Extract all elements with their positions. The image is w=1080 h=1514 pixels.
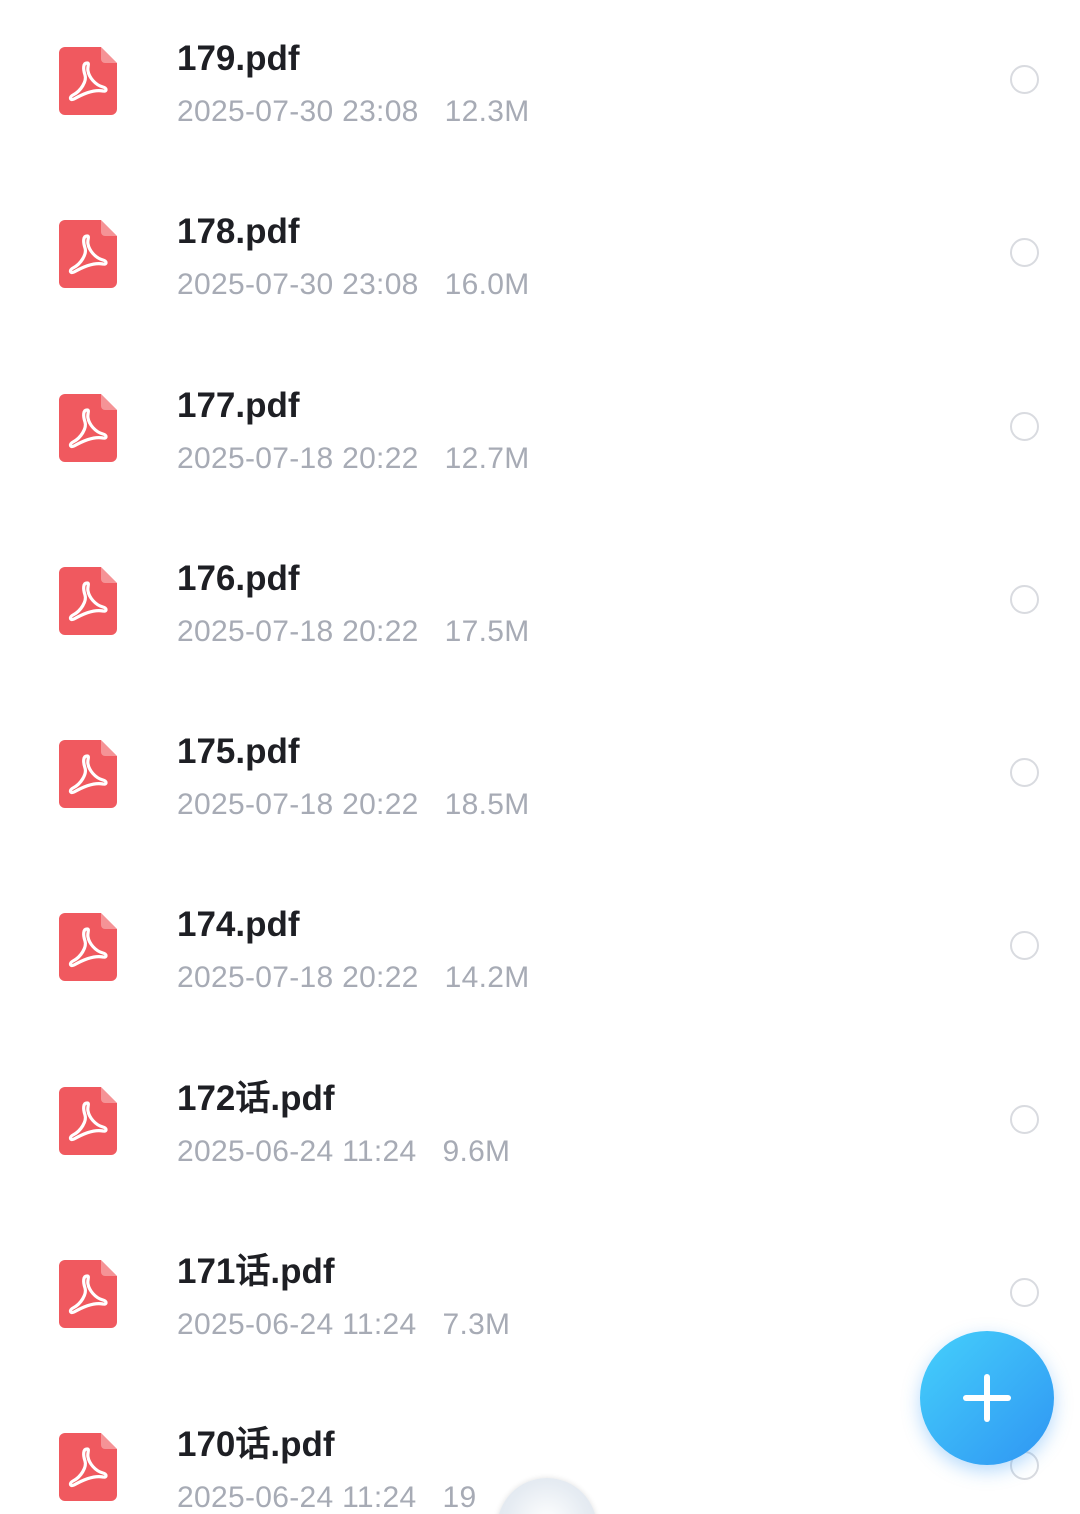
pdf-file-icon <box>59 47 117 115</box>
pdf-file-icon <box>59 393 117 462</box>
file-date: 2025-07-18 20:22 <box>177 441 419 475</box>
file-meta: 2025-06-24 11:24 19 <box>177 1479 476 1514</box>
select-radio-button[interactable] <box>1010 931 1039 961</box>
pdf-file-icon <box>59 1260 117 1329</box>
file-meta: 2025-07-30 23:08 16.0M <box>177 266 530 304</box>
select-radio-button[interactable] <box>1010 238 1039 268</box>
file-meta: 2025-07-30 23:08 12.3M <box>177 93 530 131</box>
file-date: 2025-07-18 20:22 <box>177 961 419 995</box>
file-date: 2025-06-24 11:24 <box>177 1134 417 1168</box>
file-list-item[interactable]: 172话.pdf 2025-06-24 11:24 9.6M <box>0 1040 1080 1213</box>
pdf-file-icon <box>59 913 117 982</box>
file-size: 7.3M <box>442 1308 511 1342</box>
file-date: 2025-07-18 20:22 <box>177 788 419 822</box>
file-name: 178.pdf <box>177 212 300 252</box>
file-size: 17.5M <box>444 614 530 648</box>
file-name: 176.pdf <box>177 558 300 598</box>
add-file-button[interactable] <box>920 1331 1054 1465</box>
file-meta: 2025-06-24 11:24 7.3M <box>177 1306 510 1344</box>
file-name: 177.pdf <box>177 385 300 425</box>
file-list-item[interactable]: 179.pdf 2025-07-30 23:08 12.3M <box>0 0 1080 173</box>
file-list-item[interactable]: 178.pdf 2025-07-30 23:08 16.0M <box>0 173 1080 346</box>
select-radio-button[interactable] <box>1010 1104 1039 1134</box>
pdf-file-icon <box>59 566 117 635</box>
file-list-screen: 179.pdf 2025-07-30 23:08 12.3M 178.pdf 20… <box>0 0 1080 1514</box>
file-meta: 2025-07-18 20:22 17.5M <box>177 613 530 651</box>
file-date: 2025-06-24 11:24 <box>177 1481 417 1514</box>
file-date: 2025-06-24 11:24 <box>177 1308 417 1342</box>
file-size: 16.0M <box>444 268 530 302</box>
file-list-item[interactable]: 176.pdf 2025-07-18 20:22 17.5M <box>0 520 1080 693</box>
select-radio-button[interactable] <box>1010 411 1039 441</box>
file-size: 9.6M <box>442 1134 511 1168</box>
file-date: 2025-07-18 20:22 <box>177 614 419 648</box>
select-radio-button[interactable] <box>1010 65 1039 94</box>
file-date: 2025-07-30 23:08 <box>177 268 419 302</box>
file-meta: 2025-06-24 11:24 9.6M <box>177 1133 510 1171</box>
file-name: 179.pdf <box>177 39 300 78</box>
file-size: 18.5M <box>444 788 530 822</box>
select-radio-button[interactable] <box>1010 1278 1039 1308</box>
file-date: 2025-07-30 23:08 <box>177 95 419 128</box>
plus-icon <box>963 1374 1011 1422</box>
file-name: 174.pdf <box>177 905 300 945</box>
file-size: 12.7M <box>444 441 530 475</box>
file-name: 175.pdf <box>177 732 300 772</box>
select-radio-button[interactable] <box>1010 758 1039 788</box>
select-radio-button[interactable] <box>1010 584 1039 614</box>
file-meta: 2025-07-18 20:22 18.5M <box>177 786 530 824</box>
pdf-file-icon <box>59 740 117 809</box>
file-meta: 2025-07-18 20:22 12.7M <box>177 440 530 478</box>
file-list-item[interactable]: 174.pdf 2025-07-18 20:22 14.2M <box>0 866 1080 1039</box>
file-size: 19 <box>442 1481 477 1514</box>
file-list-item[interactable]: 175.pdf 2025-07-18 20:22 18.5M <box>0 693 1080 866</box>
file-list-item[interactable]: 171话.pdf 2025-06-24 11:24 7.3M <box>0 1213 1080 1386</box>
file-size: 12.3M <box>444 95 530 128</box>
file-size: 14.2M <box>444 961 530 995</box>
file-name: 170话.pdf <box>177 1425 335 1465</box>
pdf-file-icon <box>59 220 117 289</box>
file-meta: 2025-07-18 20:22 14.2M <box>177 959 530 997</box>
file-list-item[interactable]: 177.pdf 2025-07-18 20:22 12.7M <box>0 347 1080 520</box>
file-list: 179.pdf 2025-07-30 23:08 12.3M 178.pdf 20… <box>0 0 1080 1514</box>
pdf-file-icon <box>59 1433 117 1502</box>
pdf-file-icon <box>59 1086 117 1155</box>
file-name: 172话.pdf <box>177 1078 335 1118</box>
file-name: 171话.pdf <box>177 1252 335 1292</box>
